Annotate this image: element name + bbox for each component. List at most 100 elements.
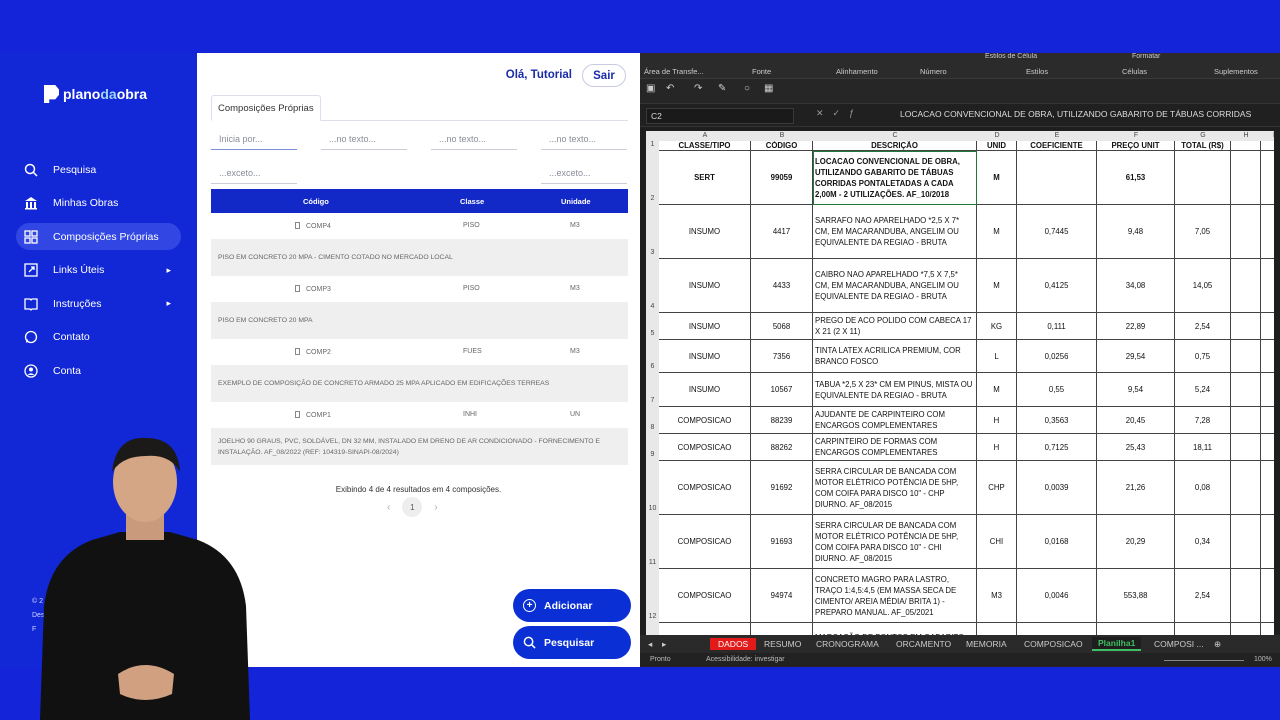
- tab-composicoes-proprias[interactable]: Composições Próprias: [211, 95, 321, 121]
- row-number[interactable]: 5: [646, 330, 659, 337]
- cell-coef[interactable]: 0,55: [1017, 373, 1097, 407]
- cell-classe[interactable]: COMPOSICAO: [659, 569, 751, 623]
- prev-page-button[interactable]: ‹: [387, 502, 390, 513]
- cell-unid[interactable]: H: [977, 407, 1017, 434]
- cell-coef[interactable]: 0,7445: [1017, 205, 1097, 259]
- cell-coef[interactable]: 0,0168: [1017, 515, 1097, 569]
- cell-unid[interactable]: M3: [977, 569, 1017, 623]
- cell-unid[interactable]: M: [977, 151, 1017, 205]
- sheet-tab-memoria[interactable]: MEMORIA: [966, 639, 1007, 649]
- table-row[interactable]: COMP4 PISO M3: [211, 213, 628, 239]
- except-input-2[interactable]: ...exceto...: [541, 162, 627, 184]
- cell-classe[interactable]: COMPOSICAO: [659, 434, 751, 461]
- cell-preco[interactable]: 25,43: [1097, 434, 1175, 461]
- cell-classe[interactable]: INSUMO: [659, 373, 751, 407]
- cell-empty[interactable]: [1261, 205, 1274, 259]
- cell-preco[interactable]: 9,48: [1097, 205, 1175, 259]
- cell-empty[interactable]: [1231, 205, 1261, 259]
- cell-preco[interactable]: 20,29: [1097, 515, 1175, 569]
- cell-total[interactable]: 0,75: [1175, 340, 1231, 373]
- tab-scroll-left-icon[interactable]: ◂: [648, 639, 652, 650]
- column-letter-d[interactable]: D: [977, 132, 1017, 139]
- formula-input[interactable]: LOCACAO CONVENCIONAL DE OBRA, UTILIZANDO…: [900, 109, 1251, 119]
- cell-desc[interactable]: CARPINTEIRO DE FORMAS COM ENCARGOS COMPL…: [813, 434, 977, 461]
- app-logo[interactable]: planodaobra: [44, 85, 147, 103]
- cell-unid[interactable]: M: [977, 205, 1017, 259]
- cell-total[interactable]: 0,34: [1175, 515, 1231, 569]
- header-cell[interactable]: PREÇO UNIT: [1097, 141, 1175, 151]
- cell-empty[interactable]: [1261, 569, 1274, 623]
- cell-coef[interactable]: 0,0039: [1017, 461, 1097, 515]
- cell-codigo[interactable]: 91692: [751, 461, 813, 515]
- row-number[interactable]: 1: [646, 141, 659, 148]
- row-number[interactable]: 2: [646, 195, 659, 202]
- cell-desc[interactable]: TINTA LATEX ACRILICA PREMIUM, COR BRANCO…: [813, 340, 977, 373]
- sheet-tab-planilha1[interactable]: Planilha1: [1092, 637, 1142, 651]
- cell-coef[interactable]: 0,7125: [1017, 434, 1097, 461]
- cell-coef[interactable]: 0,111: [1017, 313, 1097, 340]
- cell-preco[interactable]: 61,53: [1097, 151, 1175, 205]
- column-letter-f[interactable]: F: [1097, 132, 1175, 139]
- cell-preco[interactable]: 34,08: [1097, 259, 1175, 313]
- cell-preco[interactable]: 21,26: [1097, 461, 1175, 515]
- cell-empty[interactable]: [1231, 373, 1261, 407]
- row-number[interactable]: 8: [646, 424, 659, 431]
- page-button-1[interactable]: 1: [402, 497, 423, 517]
- cell-total[interactable]: 18,11: [1175, 434, 1231, 461]
- cell-codigo[interactable]: 88262: [751, 434, 813, 461]
- cell-empty[interactable]: [1261, 434, 1274, 461]
- cell-styles-button[interactable]: Estilos de Célula: [985, 53, 1037, 60]
- column-letter-a[interactable]: A: [659, 132, 751, 139]
- cell-total[interactable]: 14,05: [1175, 259, 1231, 313]
- header-cell[interactable]: COEFICIENTE: [1017, 141, 1097, 151]
- header-cell[interactable]: UNID: [977, 141, 1017, 151]
- except-input-1[interactable]: ...exceto...: [211, 162, 297, 184]
- cell-codigo[interactable]: 88239: [751, 407, 813, 434]
- cell-empty[interactable]: [1231, 569, 1261, 623]
- column-header-code[interactable]: Código: [303, 197, 329, 206]
- cell-empty[interactable]: [1231, 434, 1261, 461]
- cell-unid[interactable]: L: [977, 340, 1017, 373]
- cell-desc[interactable]: AJUDANTE DE CARPINTEIRO COM ENCARGOS COM…: [813, 407, 977, 434]
- cell-desc[interactable]: LOCACAO CONVENCIONAL DE OBRA, UTILIZANDO…: [813, 151, 977, 205]
- sheet-tab-composicao[interactable]: COMPOSICAO: [1024, 639, 1083, 649]
- cell-desc[interactable]: CAIBRO NAO APARELHADO *7,5 X 7,5* CM, EM…: [813, 259, 977, 313]
- header-cell[interactable]: CLASSE/TIPO: [659, 141, 751, 151]
- cell-desc[interactable]: SARRAFO NAO APARELHADO *2,5 X 7* CM, EM …: [813, 205, 977, 259]
- zoom-level[interactable]: 100%: [1254, 656, 1272, 663]
- cell-classe[interactable]: INSUMO: [659, 205, 751, 259]
- cell-empty[interactable]: [1261, 407, 1274, 434]
- cell-classe[interactable]: [659, 623, 751, 635]
- spreadsheet-grid[interactable]: ABCDEFGHI 1 2 3 4 5 6 7 8 9 10 11 12 CLASSE/TIPO CÓD…: [646, 131, 1274, 635]
- cell-coef[interactable]: 0,3563: [1017, 407, 1097, 434]
- cell-unid[interactable]: [977, 623, 1017, 635]
- cell-empty[interactable]: [1231, 461, 1261, 515]
- cell-empty[interactable]: [1231, 259, 1261, 313]
- sheet-tab-resumo[interactable]: RESUMO: [764, 639, 801, 649]
- row-number[interactable]: 7: [646, 397, 659, 404]
- cell-total[interactable]: [1175, 151, 1231, 205]
- cell-total[interactable]: 0,08: [1175, 461, 1231, 515]
- contains-text-input-2[interactable]: ...no texto...: [431, 128, 517, 150]
- cell-total[interactable]: 2,54: [1175, 313, 1231, 340]
- sidebar-item-instrucoes[interactable]: Instruções ▸: [16, 290, 181, 317]
- cell-preco[interactable]: 20,45: [1097, 407, 1175, 434]
- cell-empty[interactable]: [1231, 407, 1261, 434]
- cell-codigo[interactable]: 4433: [751, 259, 813, 313]
- cell-desc[interactable]: CONCRETO MAGRO PARA LASTRO, TRAÇO 1:4,5:…: [813, 569, 977, 623]
- cell-empty[interactable]: [1231, 313, 1261, 340]
- cell-preco[interactable]: 9,54: [1097, 373, 1175, 407]
- cell-empty[interactable]: [1231, 623, 1261, 635]
- next-page-button[interactable]: ›: [434, 502, 437, 513]
- column-header-class[interactable]: Classe: [460, 197, 484, 206]
- column-letter-c[interactable]: C: [813, 132, 977, 139]
- contains-text-input-3[interactable]: ...no texto...: [541, 128, 627, 150]
- cell-classe[interactable]: COMPOSICAO: [659, 515, 751, 569]
- calculator-icon[interactable]: ▦: [764, 83, 773, 94]
- formula-buttons-icon[interactable]: ✕✓ƒ: [816, 108, 863, 119]
- cell-classe[interactable]: COMPOSICAO: [659, 461, 751, 515]
- cell-empty[interactable]: [1231, 151, 1261, 205]
- header-cell[interactable]: CÓDIGO: [751, 141, 813, 151]
- header-cell[interactable]: TOTAL (R$): [1175, 141, 1231, 151]
- column-letter-e[interactable]: E: [1017, 132, 1097, 139]
